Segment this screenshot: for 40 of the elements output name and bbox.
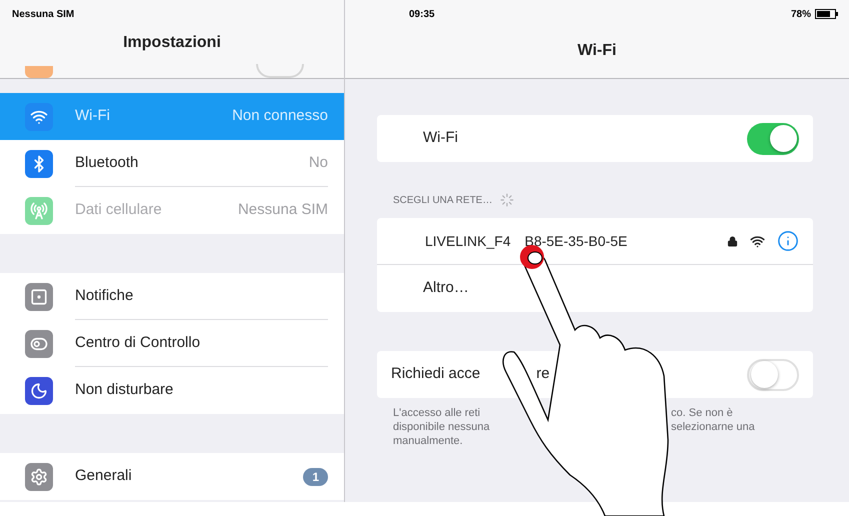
ask-label: re (536, 364, 550, 384)
wifi-signal-icon (750, 234, 765, 248)
row-label: Centro di Controllo (75, 332, 200, 353)
toggle-switch[interactable] (747, 122, 799, 154)
notifications-icon (30, 288, 48, 306)
other-label: Altro… (423, 278, 469, 298)
carrier-label: Nessuna SIM (12, 8, 74, 22)
battery-label: 78% (790, 8, 811, 22)
footnote-text: co. Se non è (671, 406, 734, 420)
network-name: LIVELINK_F4 (425, 232, 511, 251)
row-label: Dati cellulare (75, 200, 162, 220)
settings-icon (30, 468, 48, 486)
other-network-row[interactable]: Altro… (377, 265, 813, 312)
network-name: B8-5E-35-B0-5E (524, 232, 628, 250)
toggle-switch[interactable] (747, 358, 799, 390)
toggle-switch[interactable] (256, 64, 304, 78)
footnote-text: disponibile nessuna (393, 420, 491, 434)
moon-icon (30, 382, 48, 400)
row-label: Bluetooth (75, 152, 138, 173)
wifi-label: Wi-Fi (423, 128, 458, 148)
section-label: SCEGLI UNA RETE… (393, 194, 492, 208)
footnote-text: selezionarne una (671, 420, 756, 434)
ask-label: Richiedi acce (391, 364, 480, 384)
info-icon[interactable] (777, 230, 799, 252)
page-title: Wi-Fi (578, 41, 616, 61)
count-badge: 1 (303, 468, 328, 486)
row-value: Non connesso (232, 106, 328, 126)
row-label: Generali (75, 466, 132, 486)
sidebar-title: Impostazioni (123, 33, 221, 53)
row-value: No (308, 152, 328, 173)
battery-icon (815, 9, 839, 19)
row-label: Non disturbare (75, 380, 174, 400)
app-icon (25, 66, 53, 78)
row-label: Notifiche (75, 286, 134, 306)
antenna-icon (30, 202, 48, 220)
footnote-text: manualmente. (393, 434, 464, 448)
row-value: Nessuna SIM (238, 200, 328, 220)
time-label: 09:35 (409, 8, 435, 22)
footnote-text: L'accesso alle reti (393, 406, 482, 420)
row-label: Wi-Fi (75, 106, 110, 126)
